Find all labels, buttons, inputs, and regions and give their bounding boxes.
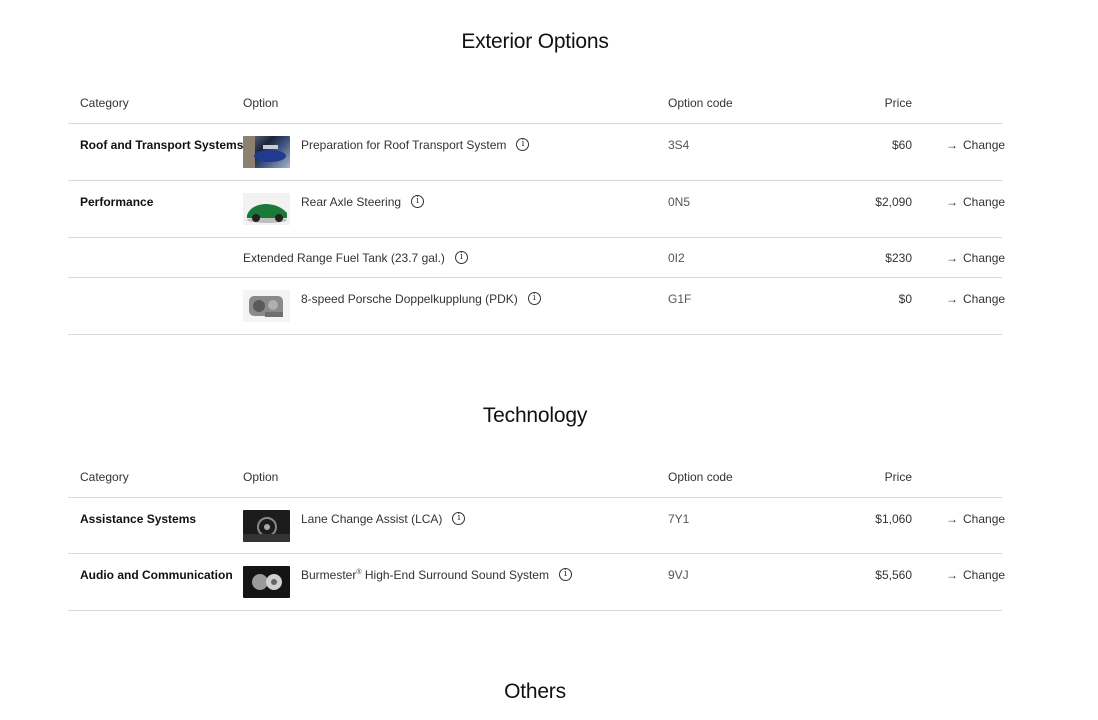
gearbox-thumbnail [243, 290, 290, 322]
change-button[interactable]: → Change [946, 568, 1005, 582]
header-category: Category [80, 96, 129, 110]
change-label: Change [963, 568, 1006, 582]
arrow-right-icon: → [946, 138, 958, 152]
header-option: Option [243, 470, 279, 484]
option-price: $5,560 [875, 568, 912, 582]
arrow-right-icon: → [946, 292, 958, 306]
header-option-code: Option code [668, 96, 733, 110]
option-name: 8-speed Porsche Doppelkupplung (PDK) [301, 292, 518, 306]
section-technology: Technology Category Option Option code P… [68, 404, 1005, 614]
option-name: Rear Axle Steering [301, 195, 402, 209]
table-row: Roof and Transport Systems Preparation f… [68, 123, 1005, 180]
change-label: Change [963, 138, 1006, 152]
change-label: Change [963, 512, 1006, 526]
option-code: 0I2 [668, 251, 685, 265]
info-icon[interactable]: i [558, 568, 572, 582]
change-label: Change [963, 195, 1006, 209]
option-price: $1,060 [875, 512, 912, 526]
option-price: $0 [898, 292, 912, 306]
option-price: $2,090 [875, 195, 912, 209]
info-icon[interactable]: i [516, 138, 530, 152]
table-header: Category Option Option code Price [68, 96, 1002, 116]
info-icon[interactable]: i [411, 195, 425, 209]
section-others: Others [68, 680, 1002, 716]
header-price: Price [884, 96, 912, 110]
table-row: 8-speed Porsche Doppelkupplung (PDK) i G1… [68, 277, 1005, 335]
option-price: $230 [885, 251, 912, 265]
speaker-thumbnail [243, 566, 290, 598]
table-row: Extended Range Fuel Tank (23.7 gal.) i 0I… [68, 237, 1005, 278]
arrow-right-icon: → [946, 512, 958, 526]
change-label: Change [963, 292, 1006, 306]
interior-thumbnail [243, 510, 290, 542]
arrow-right-icon: → [946, 195, 958, 209]
header-category: Category [80, 470, 129, 484]
table-row: Performance Rear Axle Steering i 0N5 $2,0… [68, 180, 1005, 237]
change-button[interactable]: → Change [946, 138, 1005, 152]
row-category: Assistance Systems [80, 512, 197, 526]
table-row: Audio and Communication Burmester® High-… [68, 553, 1005, 611]
change-label: Change [963, 251, 1006, 265]
change-button[interactable]: → Change [946, 251, 1005, 265]
header-price: Price [884, 470, 912, 484]
option-name: Lane Change Assist (LCA) [301, 512, 443, 526]
info-icon[interactable]: i [527, 292, 541, 306]
option-code: 7Y1 [668, 512, 690, 526]
option-code: 0N5 [668, 195, 691, 209]
change-button[interactable]: → Change [946, 292, 1005, 306]
option-code: 9VJ [668, 568, 689, 582]
car-roof-thumbnail [243, 136, 290, 168]
option-price: $60 [891, 138, 912, 152]
green-car-thumbnail [243, 193, 290, 225]
table-row: Assistance Systems Lane Change Assist (L… [68, 497, 1005, 554]
info-icon[interactable]: i [454, 251, 468, 265]
table-header: Category Option Option code Price [68, 470, 1002, 490]
option-code: G1F [668, 292, 692, 306]
row-category: Roof and Transport Systems [80, 138, 244, 152]
row-category: Audio and Communication [80, 568, 233, 582]
section-title: Others [504, 680, 566, 703]
change-button[interactable]: → Change [946, 512, 1005, 526]
header-option-code: Option code [668, 470, 733, 484]
option-name: Burmester® High-End Surround Sound Syste… [301, 568, 549, 582]
section-title: Technology [482, 404, 588, 427]
header-option: Option [243, 96, 279, 110]
option-name: Preparation for Roof Transport System [301, 138, 507, 152]
option-name: Extended Range Fuel Tank (23.7 gal.) [243, 251, 445, 265]
arrow-right-icon: → [946, 251, 958, 265]
arrow-right-icon: → [946, 568, 958, 582]
section-exterior-options: Exterior Options Category Option Option … [68, 30, 1005, 340]
option-code: 3S4 [668, 138, 690, 152]
section-title: Exterior Options [461, 30, 609, 53]
info-icon[interactable]: i [452, 512, 466, 526]
change-button[interactable]: → Change [946, 195, 1005, 209]
row-category: Performance [80, 195, 154, 209]
